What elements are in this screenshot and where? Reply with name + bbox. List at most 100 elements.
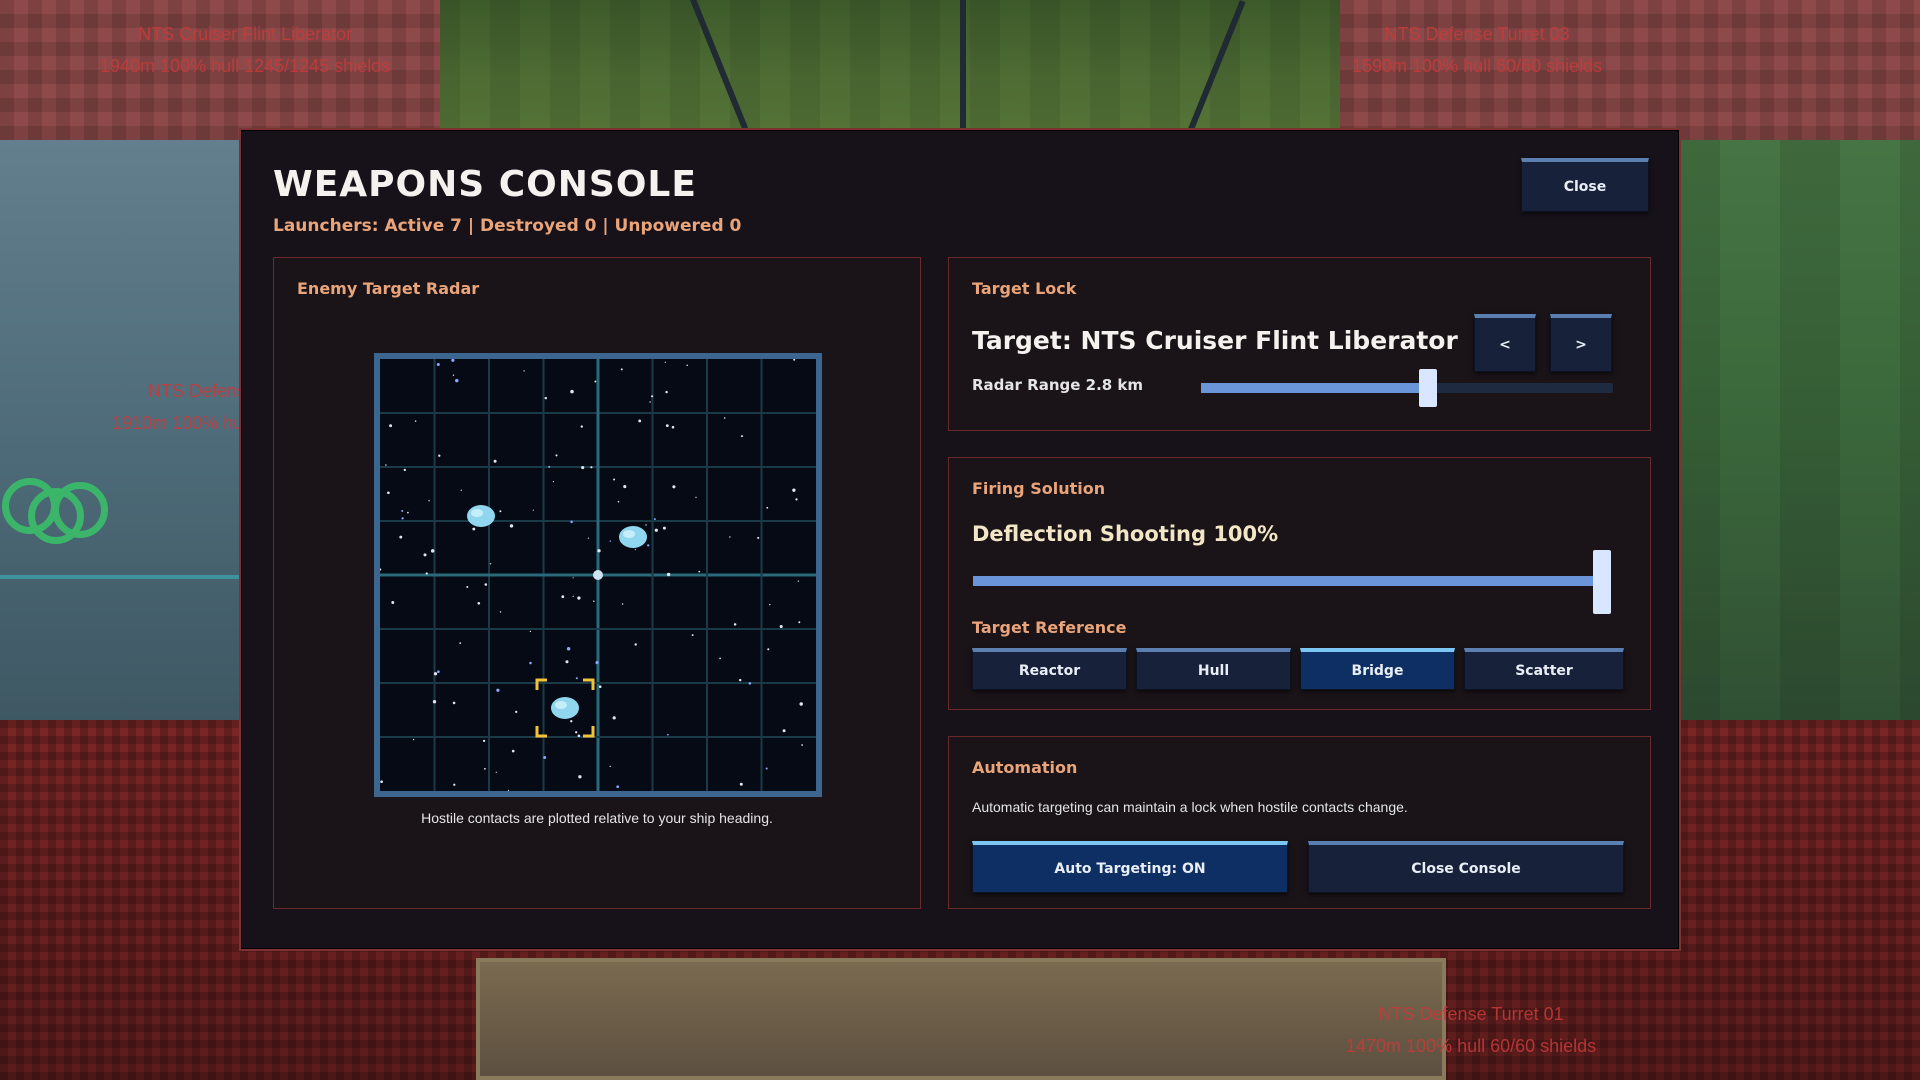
target-reticle-corner xyxy=(535,726,547,738)
hud-contact-info: 1910m 100% hull xyxy=(112,413,252,433)
radar-star xyxy=(570,720,573,723)
radar-star xyxy=(792,488,796,492)
target-lock-title: Target Lock xyxy=(972,279,1077,298)
target-reference-hull-button[interactable]: Hull xyxy=(1136,648,1291,690)
automation-panel: Automation Automatic targeting can maint… xyxy=(948,736,1651,909)
radar-star xyxy=(798,621,801,624)
radar-star xyxy=(578,775,582,779)
radar-star xyxy=(436,363,440,366)
radar-star xyxy=(609,540,612,542)
radar-star xyxy=(593,600,595,603)
radar-star xyxy=(438,454,441,457)
automation-description: Automatic targeting can maintain a lock … xyxy=(972,799,1408,815)
hud-contact-info: 1590m 100% hull 60/60 shields xyxy=(1352,56,1603,76)
radar-star xyxy=(496,688,500,692)
radar-star xyxy=(651,395,654,398)
target-reference-reactor-button[interactable]: Reactor xyxy=(972,648,1127,690)
radar-star xyxy=(570,520,573,524)
radar-star xyxy=(459,642,462,644)
deflection-thumb[interactable] xyxy=(1593,550,1611,614)
radar-star xyxy=(691,634,694,637)
radar-range-slider[interactable] xyxy=(1201,369,1613,407)
radar-star xyxy=(566,646,571,651)
auto-targeting-toggle[interactable]: Auto Targeting: ON xyxy=(972,841,1288,893)
radar-star xyxy=(407,511,409,514)
radar-star xyxy=(767,648,770,651)
prev-target-button[interactable]: < xyxy=(1474,314,1536,372)
hostile-contact-highlight xyxy=(623,530,635,538)
radar-star xyxy=(664,361,666,363)
radar-star xyxy=(389,424,393,428)
hud-contact-label[interactable]: NTS Defense Turret 03 1590m 100% hull 60… xyxy=(1352,18,1602,82)
radar-star xyxy=(495,771,497,773)
automation-title: Automation xyxy=(972,758,1078,777)
radar-star xyxy=(748,682,752,685)
hud-contact-label[interactable]: NTS Defense 1910m 100% hull xyxy=(112,375,256,439)
radar-range-thumb[interactable] xyxy=(1418,369,1437,407)
own-ship-marker xyxy=(593,570,603,580)
radar-star xyxy=(672,485,676,489)
hostile-contact-icon xyxy=(619,526,647,548)
radar-star xyxy=(529,661,532,665)
hud-contact-label[interactable]: NTS Cruiser Flint Liberator 1940m 100% h… xyxy=(100,18,390,82)
hud-contact-label[interactable]: NTS Defense Turret 01 1470m 100% hull 60… xyxy=(1346,998,1596,1062)
radar-star xyxy=(612,716,616,720)
close-console-button[interactable]: Close Console xyxy=(1308,841,1624,893)
radar-star xyxy=(801,744,803,746)
radar-star xyxy=(425,572,428,575)
world-glass-edge xyxy=(0,575,240,579)
radar-display[interactable] xyxy=(374,353,822,797)
radar-star xyxy=(739,782,743,786)
radar-star xyxy=(544,396,548,400)
world-beam xyxy=(960,0,966,140)
radar-star xyxy=(587,537,590,539)
target-reference-bridge-button[interactable]: Bridge xyxy=(1300,648,1455,690)
radar-star xyxy=(769,603,771,606)
radar-star xyxy=(623,485,627,489)
radar-star xyxy=(595,661,599,665)
launcher-status: Launchers: Active 7 | Destroyed 0 | Unpo… xyxy=(273,216,742,236)
hud-contact-name: NTS Defense Turret 01 xyxy=(1378,1004,1564,1024)
radar-star xyxy=(555,454,558,457)
radar-star xyxy=(401,509,404,513)
radar-grid xyxy=(380,359,816,791)
next-target-button[interactable]: > xyxy=(1550,314,1612,372)
radar-star xyxy=(499,611,502,613)
radar-star xyxy=(572,577,574,579)
radar-star xyxy=(414,420,417,422)
radar-star xyxy=(634,643,637,646)
radar-star xyxy=(452,374,455,376)
radar-star xyxy=(757,536,760,539)
target-reference-title: Target Reference xyxy=(972,618,1127,637)
radar-star xyxy=(620,368,623,371)
radar-star xyxy=(460,489,462,491)
radar-star xyxy=(532,509,534,511)
hostile-contact-icon xyxy=(467,505,495,527)
hud-contact-name: NTS Cruiser Flint Liberator xyxy=(138,24,353,44)
radar-star xyxy=(779,624,783,629)
close-button[interactable]: Close xyxy=(1521,158,1649,212)
radar-star xyxy=(437,670,440,674)
world-floor-pad xyxy=(476,958,1446,1080)
target-reference-scatter-button[interactable]: Scatter xyxy=(1464,648,1624,690)
radar-star xyxy=(403,468,406,472)
world-green-rings xyxy=(0,478,120,548)
radar-range-label: Radar Range 2.8 km xyxy=(972,376,1144,394)
radar-star xyxy=(511,749,515,753)
radar-star xyxy=(543,756,547,759)
radar-star xyxy=(482,739,486,743)
hud-contact-name: NTS Defense Turret 03 xyxy=(1384,24,1570,44)
target-lock-panel: Target Lock Target: NTS Cruiser Flint Li… xyxy=(948,257,1651,431)
radar-star xyxy=(665,424,669,428)
radar-star xyxy=(719,657,721,660)
deflection-slider[interactable] xyxy=(973,550,1611,614)
hud-contact-info: 1470m 100% hull 60/60 shields xyxy=(1346,1036,1597,1056)
radar-star xyxy=(430,549,435,553)
radar-star xyxy=(572,595,574,598)
radar-star xyxy=(647,544,650,547)
radar-star xyxy=(597,549,601,553)
radar-star xyxy=(401,517,404,520)
radar-star xyxy=(385,464,387,466)
target-reticle-corner xyxy=(583,726,595,738)
radar-star xyxy=(645,524,647,526)
